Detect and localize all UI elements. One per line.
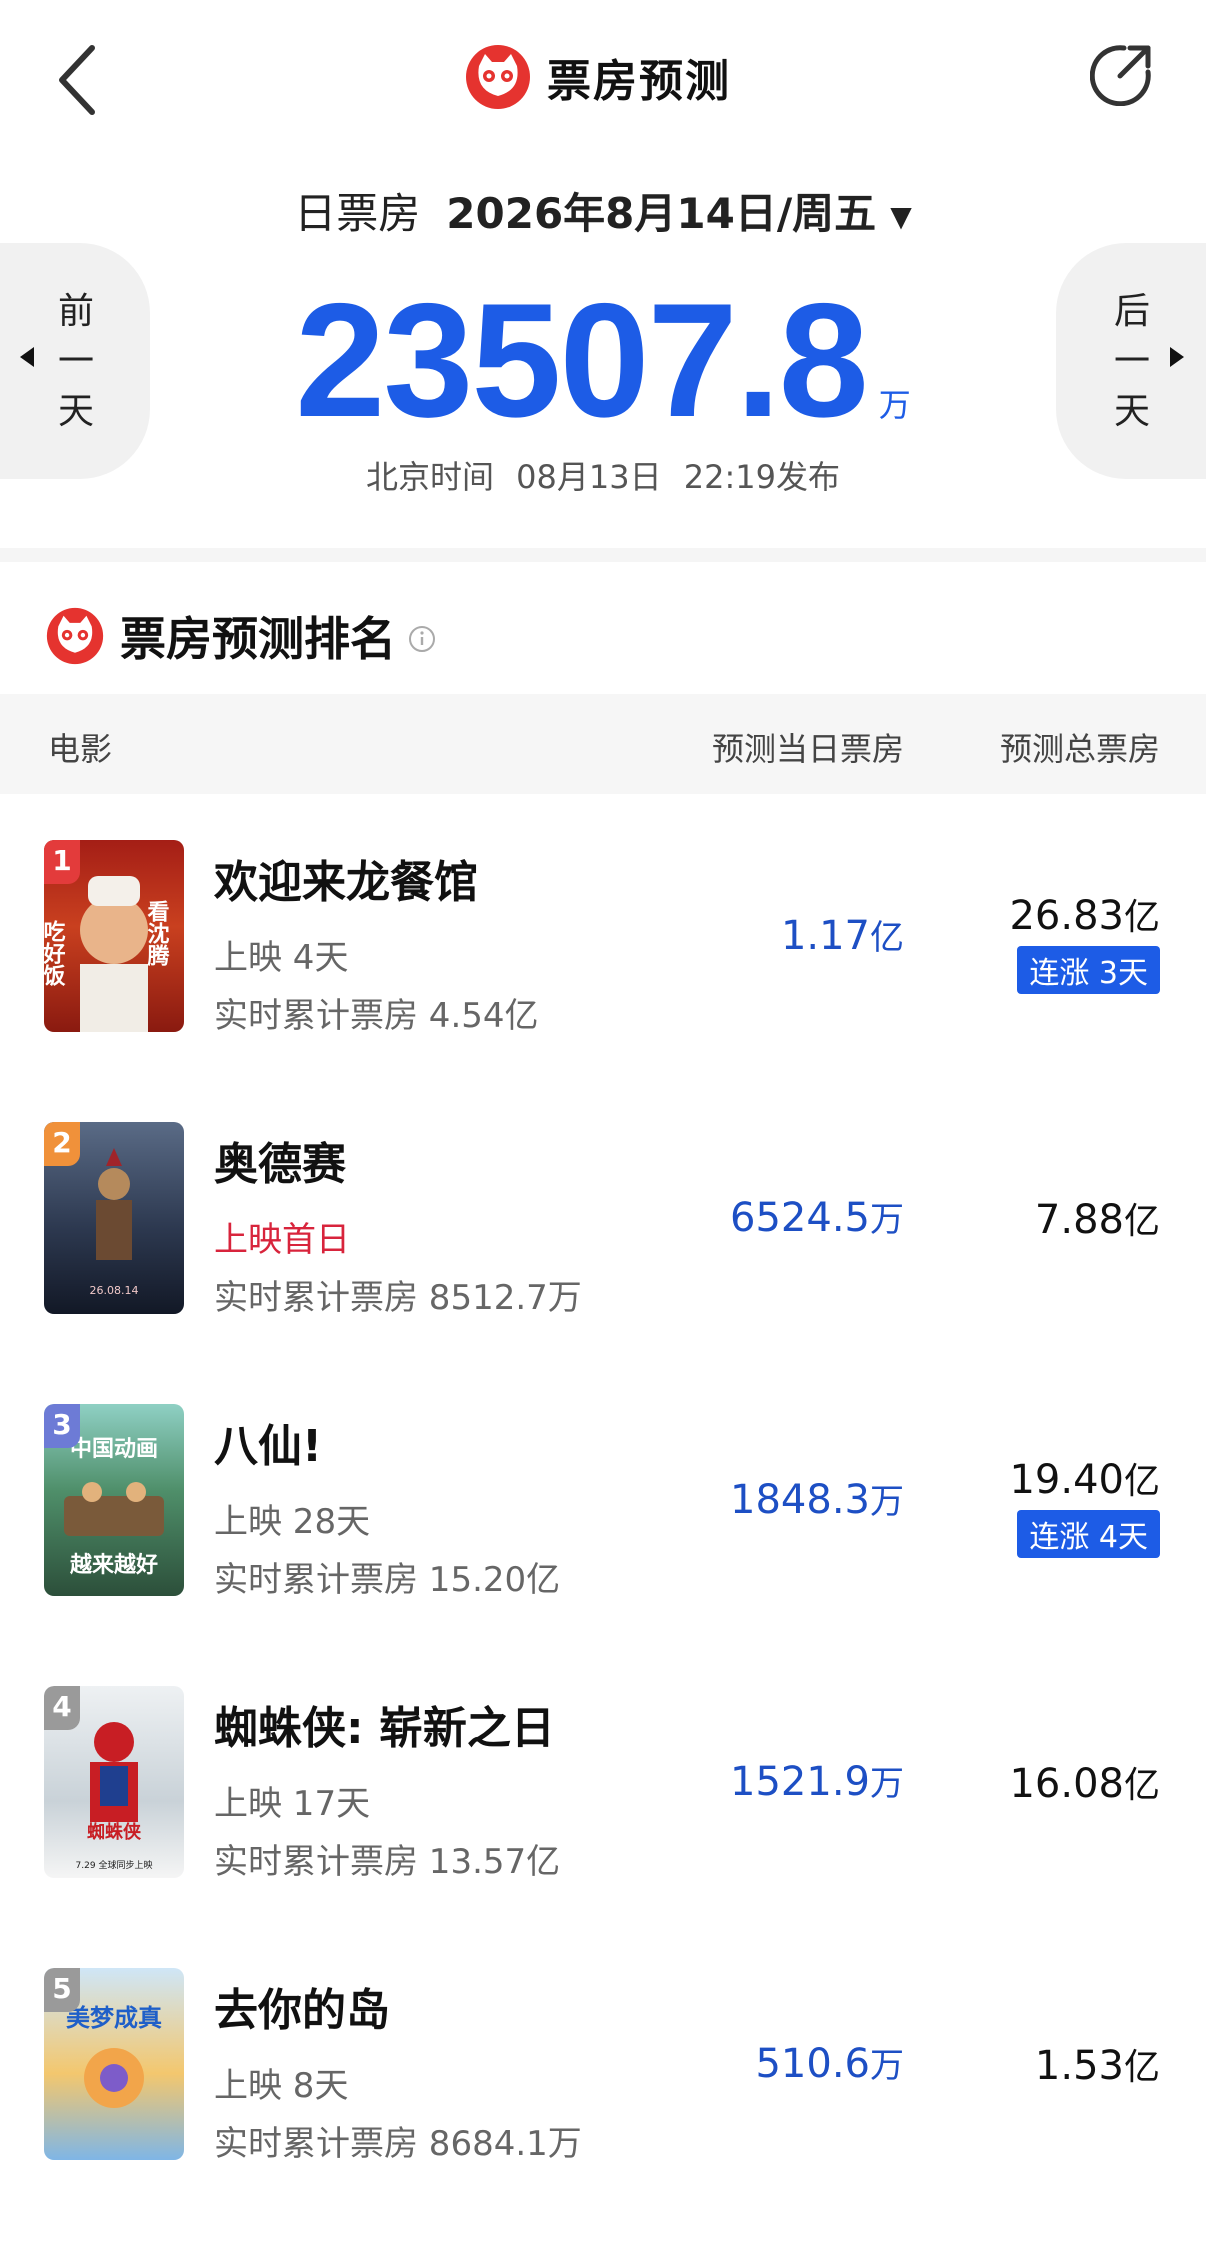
- total-forecast-unit: 亿: [1123, 1461, 1160, 1502]
- total-forecast: 26.83亿 连涨 3天: [1009, 888, 1160, 994]
- day-forecast-value: 1521.9: [730, 1759, 870, 1805]
- day-forecast-value: 510.6: [755, 2041, 870, 2087]
- movie-row[interactable]: 美梦成真 5 去你的岛 上映 8天 实时累计票房 8684.1万 510.6万 …: [0, 1968, 1206, 2250]
- cumulative-box-office: 实时累计票房 8684.1万: [214, 2124, 582, 2164]
- rank-badge: 2: [44, 1122, 80, 1166]
- svg-text:中国动画: 中国动画: [70, 1437, 158, 1462]
- total-forecast-unit: 亿: [1123, 2047, 1160, 2088]
- day-forecast-unit: 万: [870, 2046, 904, 2086]
- movie-title[interactable]: 去你的岛: [214, 1974, 390, 2038]
- day-forecast-unit: 万: [870, 1482, 904, 1522]
- day-forecast: 510.6万: [755, 2038, 904, 2087]
- ranking-title: 票房预测排名: [120, 612, 396, 666]
- movie-title[interactable]: 欢迎来龙餐馆: [214, 846, 478, 910]
- total-box-office: 23507.8 万: [0, 268, 1206, 454]
- top-bar: 票房预测: [0, 0, 1206, 160]
- total-forecast-value: 1.53: [1034, 2043, 1124, 2089]
- total-forecast: 1.53亿: [1035, 2038, 1160, 2090]
- movie-poster[interactable]: 中国动画 越来越好 3: [44, 1404, 184, 1596]
- table-header: 电影 预测当日票房 预测总票房: [0, 694, 1206, 794]
- rank-badge: 4: [44, 1686, 80, 1730]
- streak-badge: 连涨 3天: [1017, 946, 1160, 994]
- total-forecast-unit: 亿: [1123, 897, 1160, 938]
- svg-text:越来越好: 越来越好: [69, 1552, 158, 1578]
- movie-row[interactable]: 吃好饭 看沈腾 1 欢迎来龙餐馆 上映 4天 实时累计票房 4.54亿 1.17…: [0, 840, 1206, 1122]
- day-forecast-unit: 万: [870, 1764, 904, 1804]
- day-forecast: 1521.9万: [730, 1756, 904, 1805]
- ranking-header: 票房预测排名: [46, 606, 436, 666]
- total-forecast-value: 26.83: [1009, 893, 1124, 939]
- cumulative-box-office: 实时累计票房 13.57亿: [214, 1842, 561, 1882]
- day-forecast-value: 1848.3: [730, 1477, 870, 1523]
- date-selector[interactable]: 日票房 2026年8月14日/周五 ▼: [0, 180, 1206, 241]
- total-box-office-value: 23507.8: [295, 270, 869, 451]
- column-header-total-forecast: 预测总票房: [999, 730, 1160, 768]
- cumulative-box-office: 实时累计票房 4.54亿: [214, 996, 539, 1036]
- publish-clock: 22:19发布: [683, 458, 841, 496]
- dropdown-caret-icon: ▼: [890, 200, 912, 233]
- movie-title[interactable]: 八仙!: [214, 1410, 322, 1474]
- cumulative-box-office: 实时累计票房 8512.7万: [214, 1278, 582, 1318]
- total-forecast-unit: 亿: [1123, 1201, 1160, 1242]
- movie-poster[interactable]: 26.08.14 2: [44, 1122, 184, 1314]
- info-icon[interactable]: [408, 625, 436, 653]
- total-forecast: 19.40亿 连涨 4天: [1009, 1452, 1160, 1558]
- svg-text:7.29 全球同步上映: 7.29 全球同步上映: [76, 1859, 153, 1871]
- day-forecast-value: 1.17: [780, 913, 870, 959]
- column-header-movie: 电影: [48, 730, 113, 768]
- total-box-office-unit: 万: [878, 386, 911, 424]
- column-header-day-forecast: 预测当日票房: [711, 730, 904, 768]
- release-days: 上映 8天: [214, 2066, 349, 2106]
- release-days: 上映 4天: [214, 938, 349, 978]
- movie-row[interactable]: 蜘蛛侠 7.29 全球同步上映 4 蜘蛛侠: 崭新之日 上映 17天 实时累计票…: [0, 1686, 1206, 1968]
- svg-text:美梦成真: 美梦成真: [66, 2004, 162, 2032]
- date-value: 2026年8月14日/周五: [446, 189, 877, 238]
- movie-title[interactable]: 蜘蛛侠: 崭新之日: [214, 1692, 555, 1756]
- section-divider: [0, 548, 1206, 562]
- day-forecast-unit: 万: [870, 1200, 904, 1240]
- cumulative-box-office: 实时累计票房 15.20亿: [214, 1560, 561, 1600]
- rank-badge: 3: [44, 1404, 80, 1448]
- total-forecast-value: 19.40: [1009, 1457, 1124, 1503]
- day-forecast: 1848.3万: [730, 1474, 904, 1523]
- movie-poster[interactable]: 蜘蛛侠 7.29 全球同步上映 4: [44, 1686, 184, 1878]
- svg-text:蜘蛛侠: 蜘蛛侠: [87, 1821, 142, 1843]
- day-forecast: 6524.5万: [730, 1192, 904, 1241]
- total-forecast-value: 16.08: [1009, 1761, 1124, 1807]
- svg-text:26.08.14: 26.08.14: [90, 1284, 139, 1297]
- timezone-label: 北京时间: [365, 458, 494, 496]
- total-forecast: 16.08亿: [1009, 1756, 1160, 1808]
- release-days: 上映 17天: [214, 1784, 371, 1824]
- rank-badge: 1: [44, 840, 80, 884]
- day-forecast: 1.17亿: [781, 910, 904, 959]
- svg-text:看沈腾: 看沈腾: [144, 900, 170, 967]
- publish-date: 08月13日: [516, 458, 662, 496]
- movie-title[interactable]: 奥德赛: [214, 1128, 346, 1192]
- release-days: 上映 28天: [214, 1502, 371, 1542]
- day-forecast-unit: 亿: [870, 918, 904, 958]
- page-title-group: 票房预测: [465, 40, 731, 114]
- publish-time: 北京时间 08月13日 22:19发布: [0, 452, 1206, 498]
- total-forecast-unit: 亿: [1123, 1765, 1160, 1806]
- page-title: 票房预测: [547, 56, 731, 107]
- maoyan-cat-logo-icon: [46, 607, 104, 665]
- rank-badge: 5: [44, 1968, 80, 2012]
- movie-poster[interactable]: 美梦成真 5: [44, 1968, 184, 2160]
- day-forecast-value: 6524.5: [730, 1195, 870, 1241]
- total-forecast-value: 7.88: [1034, 1197, 1124, 1243]
- movie-poster[interactable]: 吃好饭 看沈腾 1: [44, 840, 184, 1032]
- svg-text:吃好饭: 吃好饭: [44, 919, 67, 987]
- release-days: 上映首日: [214, 1220, 350, 1260]
- maoyan-cat-logo-icon: [466, 45, 530, 109]
- back-arrow-icon[interactable]: [52, 40, 108, 120]
- daily-box-office-label: 日票房: [294, 189, 421, 238]
- streak-badge: 连涨 4天: [1017, 1510, 1160, 1558]
- movie-row[interactable]: 中国动画 越来越好 3 八仙! 上映 28天 实时累计票房 15.20亿 184…: [0, 1404, 1206, 1686]
- total-forecast: 7.88亿: [1035, 1192, 1160, 1244]
- movie-row[interactable]: 26.08.14 2 奥德赛 上映首日 实时累计票房 8512.7万 6524.…: [0, 1122, 1206, 1404]
- share-icon[interactable]: [1090, 42, 1154, 106]
